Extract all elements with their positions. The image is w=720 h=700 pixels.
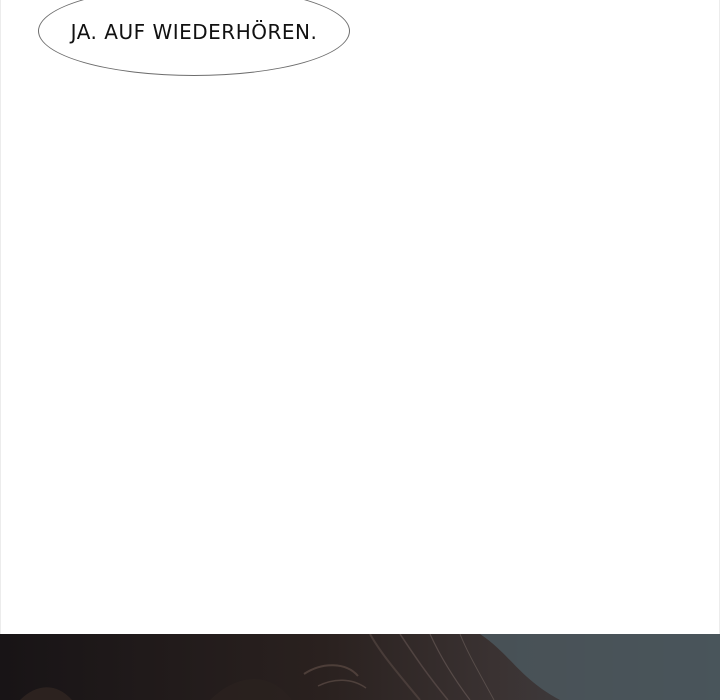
comic-page: JA. AUF WIEDERHÖREN. <box>0 0 720 700</box>
speech-bubble-text: JA. AUF WIEDERHÖREN. <box>70 20 318 44</box>
dark-illustration-panel <box>0 634 720 700</box>
hair-illustration <box>0 634 720 700</box>
white-panel <box>0 0 720 634</box>
